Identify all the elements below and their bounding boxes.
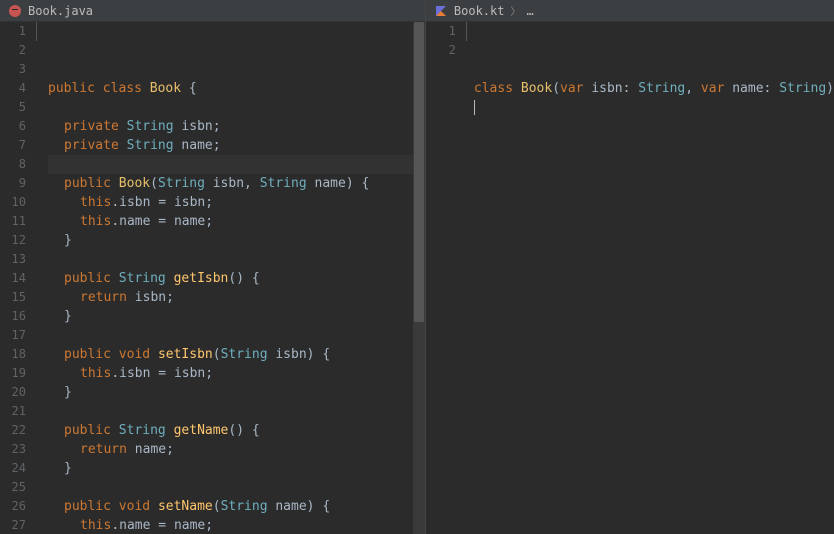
line-number: 27 <box>0 516 26 534</box>
breadcrumb-separator: 〉 <box>510 3 520 18</box>
line-number: 26 <box>0 497 26 516</box>
line-number: 19 <box>0 364 26 383</box>
line-number: 7 <box>0 136 26 155</box>
left-code[interactable]: public class Book {private String isbn;p… <box>36 22 425 534</box>
right-tab-filename[interactable]: Book.kt <box>454 4 505 18</box>
code-line[interactable]: this.isbn = isbn; <box>48 364 425 383</box>
text-caret <box>474 100 475 115</box>
line-number: 4 <box>0 79 26 98</box>
fold-guide <box>36 22 37 41</box>
code-line[interactable] <box>48 155 425 174</box>
line-number: 24 <box>0 459 26 478</box>
left-scrollbar-thumb[interactable] <box>414 22 424 322</box>
code-line[interactable] <box>48 98 425 117</box>
line-number: 21 <box>0 402 26 421</box>
code-line[interactable]: return isbn; <box>48 288 425 307</box>
line-number: 1 <box>0 22 26 41</box>
code-line[interactable]: } <box>48 307 425 326</box>
code-line[interactable]: this.isbn = isbn; <box>48 193 425 212</box>
line-number: 2 <box>0 41 26 60</box>
code-line[interactable]: this.name = name; <box>48 212 425 231</box>
line-number: 2 <box>426 41 456 60</box>
right-editor-pane: Book.kt 〉 … 12 class Book(var isbn: Stri… <box>425 0 834 534</box>
line-number: 6 <box>0 117 26 136</box>
line-number: 16 <box>0 307 26 326</box>
fold-guide <box>466 22 467 41</box>
right-breadcrumb[interactable]: … <box>526 4 533 18</box>
line-number: 18 <box>0 345 26 364</box>
code-line[interactable] <box>48 250 425 269</box>
code-line[interactable]: public void setName(String name) { <box>48 497 425 516</box>
kotlin-file-icon <box>434 4 448 18</box>
line-number: 3 <box>0 60 26 79</box>
code-line[interactable] <box>474 98 834 117</box>
line-number: 9 <box>0 174 26 193</box>
code-line[interactable]: this.name = name; <box>48 516 425 534</box>
line-number: 13 <box>0 250 26 269</box>
code-line[interactable]: return name; <box>48 440 425 459</box>
line-number: 22 <box>0 421 26 440</box>
left-gutter: 1234567891011121314151617181920212223242… <box>0 22 36 534</box>
line-number: 8 <box>0 155 26 174</box>
right-code[interactable]: class Book(var isbn: String, var name: S… <box>466 22 834 534</box>
code-line[interactable]: public class Book { <box>48 79 425 98</box>
right-gutter: 12 <box>426 22 466 534</box>
code-line[interactable]: public String getName() { <box>48 421 425 440</box>
line-number: 12 <box>0 231 26 250</box>
line-number: 17 <box>0 326 26 345</box>
code-line[interactable]: public String getIsbn() { <box>48 269 425 288</box>
left-editor-pane: Book.java 123456789101112131415161718192… <box>0 0 425 534</box>
line-number: 10 <box>0 193 26 212</box>
line-number: 14 <box>0 269 26 288</box>
code-line[interactable]: private String isbn; <box>48 117 425 136</box>
left-scrollbar[interactable] <box>413 22 425 534</box>
java-file-icon <box>8 4 22 18</box>
line-number: 5 <box>0 98 26 117</box>
code-line[interactable] <box>48 326 425 345</box>
line-number: 1 <box>426 22 456 41</box>
code-line[interactable]: } <box>48 383 425 402</box>
code-line[interactable]: public void setIsbn(String isbn) { <box>48 345 425 364</box>
right-tab-bar: Book.kt 〉 … <box>426 0 834 22</box>
left-tab-filename[interactable]: Book.java <box>28 4 93 18</box>
code-line[interactable]: public Book(String isbn, String name) { <box>48 174 425 193</box>
left-tab-bar: Book.java <box>0 0 425 22</box>
line-number: 25 <box>0 478 26 497</box>
line-number: 23 <box>0 440 26 459</box>
code-line[interactable]: } <box>48 459 425 478</box>
line-number: 11 <box>0 212 26 231</box>
line-number: 15 <box>0 288 26 307</box>
code-line[interactable]: class Book(var isbn: String, var name: S… <box>474 79 834 98</box>
right-editor-body[interactable]: 12 class Book(var isbn: String, var name… <box>426 22 834 534</box>
left-editor-body[interactable]: 1234567891011121314151617181920212223242… <box>0 22 425 534</box>
code-line[interactable]: } <box>48 231 425 250</box>
code-line[interactable] <box>48 402 425 421</box>
line-number: 20 <box>0 383 26 402</box>
code-line[interactable]: private String name; <box>48 136 425 155</box>
code-line[interactable] <box>48 478 425 497</box>
